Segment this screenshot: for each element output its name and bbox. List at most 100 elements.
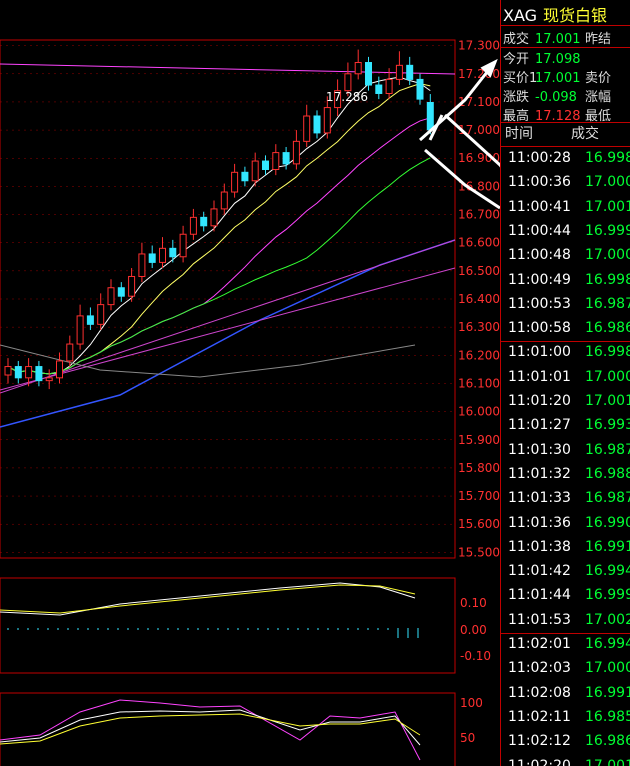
tick-time: 11:01:30 [508, 441, 571, 458]
price-tick-label: 15.800 [458, 461, 500, 475]
tick-price: 16.987 [585, 490, 630, 507]
tick-row[interactable]: 11:02:20 17.001 [508, 758, 630, 766]
tick-row[interactable]: 11:01:27 16.993 [508, 417, 630, 437]
tick-time: 11:00:48 [508, 247, 571, 264]
ma-line [0, 239, 456, 394]
kdj-tick-label: 100 [460, 696, 483, 710]
macd-tick-label: 0.10 [460, 596, 487, 610]
quote-label: 买价1 [503, 71, 538, 86]
price-tick-label: 17.000 [458, 123, 500, 137]
tick-row[interactable]: 11:00:41 17.001 [508, 198, 630, 219]
tick-price: 16.999 [585, 222, 630, 239]
tick-row[interactable]: 11:01:01 17.000 [508, 369, 630, 389]
candle [169, 247, 177, 258]
price-panel: 17.30017.20017.10017.00016.90016.80016.7… [0, 39, 500, 559]
tick-row[interactable]: 11:01:42 16.994 [508, 563, 630, 583]
tick-row[interactable]: 11:02:03 17.000 [508, 660, 630, 680]
tick-price: 16.998 [585, 344, 630, 361]
divider [501, 25, 630, 26]
candlestick-chart: 17.30017.20017.10017.00016.90016.80016.7… [0, 39, 500, 766]
tick-time: 11:01:36 [508, 514, 571, 531]
tick-row[interactable]: 11:02:11 16.985 [508, 708, 630, 729]
quote-row: 成交 17.001 昨结 [503, 28, 611, 47]
price-tick-label: 16.300 [458, 320, 500, 334]
tick-price: 16.991 [585, 538, 630, 555]
tick-price: 16.987 [585, 441, 630, 458]
kdj-j [0, 699, 421, 761]
candle [282, 152, 290, 165]
divider [501, 632, 630, 634]
price-tick-label: 17.300 [458, 39, 500, 53]
quote-value: 17.001 [535, 32, 581, 47]
candle [66, 343, 74, 362]
tick-row[interactable]: 11:00:49 16.998 [508, 272, 630, 292]
tick-row[interactable]: 11:01:32 16.988 [508, 466, 630, 486]
tick-time: 11:00:41 [508, 198, 571, 215]
symbol-name: 现货白银 [543, 6, 608, 25]
candle [179, 233, 187, 258]
tick-price: 16.988 [585, 465, 630, 482]
candle [148, 253, 156, 263]
candle [189, 216, 197, 235]
macd-panel: 0.10 0.00 -0.10 [0, 577, 491, 674]
symbol-header: XAG 现货白银 [503, 2, 608, 25]
candle [426, 101, 434, 131]
tick-row[interactable]: 11:01:44 16.999 [508, 587, 630, 607]
macd-tick-label: -0.10 [460, 649, 491, 663]
candles [4, 49, 434, 390]
tick-row[interactable]: 11:00:48 17.000 [508, 247, 630, 267]
quote-extra-label: 昨结 [585, 32, 612, 47]
tick-price: 17.001 [585, 757, 630, 766]
price-axis: 17.30017.20017.10017.00016.90016.80016.7… [0, 39, 500, 559]
tick-row[interactable]: 11:02:08 16.991 [508, 684, 630, 705]
candle [25, 366, 33, 379]
quote-extra-label: 涨幅 [585, 90, 612, 105]
quote-label: 今开 [503, 52, 530, 67]
tick-row[interactable]: 11:01:20 17.001 [508, 393, 630, 413]
moving-averages [0, 63, 456, 428]
macd-lines [0, 582, 419, 638]
tick-row[interactable]: 11:00:53 16.987 [508, 296, 630, 316]
candle [210, 208, 218, 227]
tick-row[interactable]: 11:01:36 16.990 [508, 514, 630, 535]
tick-price: 16.985 [585, 708, 630, 725]
tick-row[interactable]: 11:01:38 16.991 [508, 539, 630, 559]
candle [416, 78, 424, 100]
quote-value: 17.098 [535, 52, 581, 67]
ticks-header-price: 成交 [571, 126, 599, 142]
tick-price: 16.994 [585, 563, 630, 580]
tick-row[interactable]: 11:01:00 16.998 [508, 344, 630, 364]
price-tick-label: 16.600 [458, 236, 500, 250]
tick-price: 16.998 [585, 271, 630, 288]
kdj-panel: 100 50 [0, 692, 483, 766]
tick-row[interactable]: 11:01:33 16.987 [508, 490, 630, 510]
candle [395, 64, 403, 80]
tick-price: 17.000 [585, 660, 630, 677]
tick-row[interactable]: 11:02:01 16.994 [508, 636, 630, 656]
tick-row[interactable]: 11:00:58 16.986 [508, 320, 630, 340]
quote-sidebar: XAG 现货白银 成交 17.001 昨结 今开 17.098 买价117.001 卖价 … [500, 0, 630, 766]
tick-time: 11:02:03 [508, 660, 571, 677]
tick-row[interactable]: 11:00:28 16.998 [508, 150, 630, 170]
candle [262, 160, 269, 171]
tick-price: 17.001 [585, 198, 630, 215]
price-tick-label: 16.200 [458, 348, 500, 362]
candle [56, 360, 63, 379]
tick-row[interactable]: 11:01:53 17.002 [508, 611, 630, 632]
macd-dif [0, 582, 416, 616]
price-tick-label: 16.400 [458, 292, 500, 306]
tick-price: 16.993 [585, 417, 630, 434]
tick-time: 11:02:11 [508, 708, 571, 725]
tick-row[interactable]: 11:00:44 16.999 [508, 222, 630, 243]
candle [272, 152, 280, 170]
candle [45, 377, 53, 382]
tick-time: 11:02:08 [508, 684, 571, 701]
tick-price: 16.998 [585, 150, 630, 166]
price-tick-label: 16.800 [458, 179, 500, 193]
tick-row[interactable]: 11:01:30 16.987 [508, 441, 630, 462]
tick-time: 11:00:44 [508, 222, 571, 239]
candle [231, 171, 239, 193]
tick-time: 11:01:53 [508, 611, 571, 628]
tick-row[interactable]: 11:00:36 17.000 [508, 174, 630, 194]
tick-row[interactable]: 11:02:12 16.986 [508, 733, 630, 753]
